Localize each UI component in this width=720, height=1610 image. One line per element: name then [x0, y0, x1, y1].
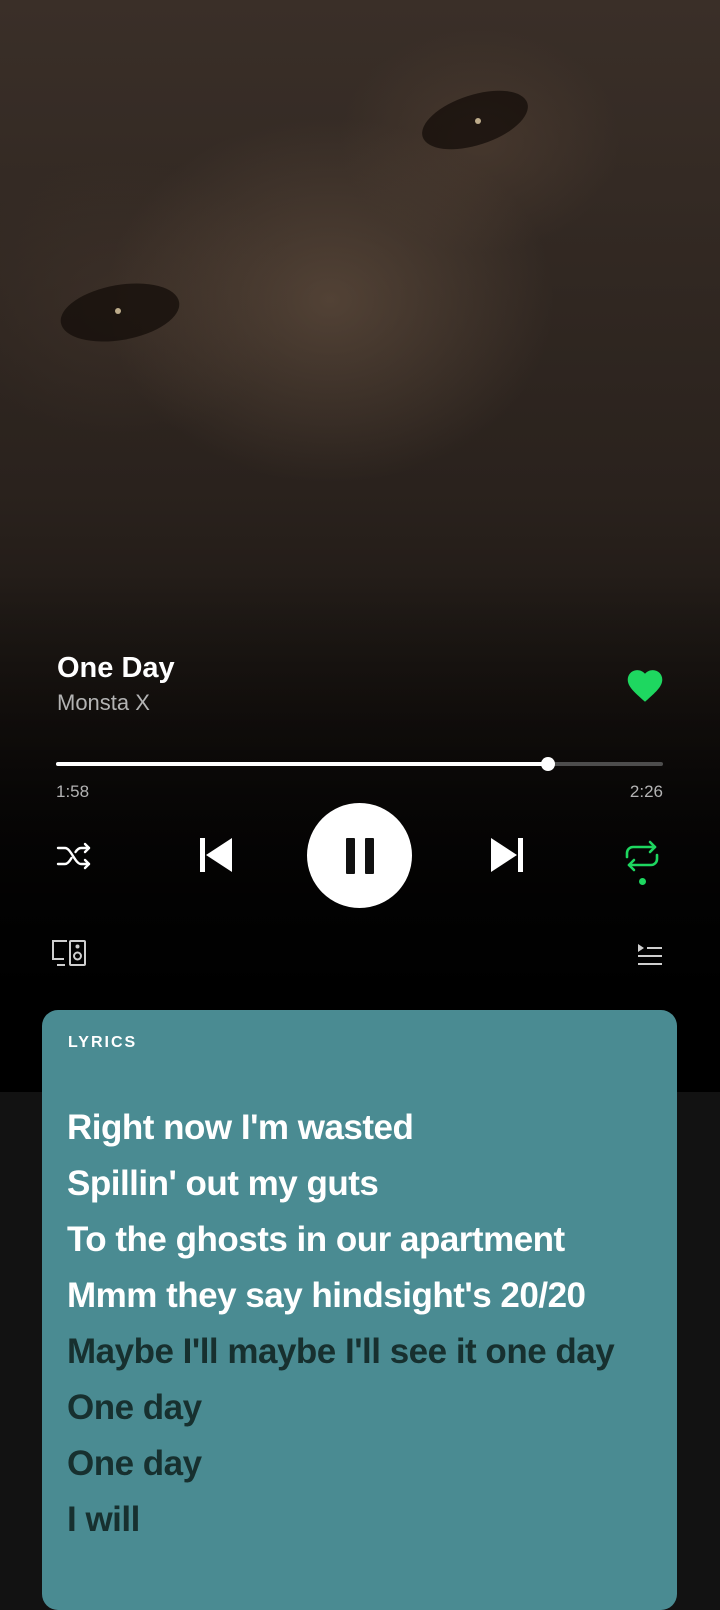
pause-button[interactable]	[307, 803, 412, 908]
shuffle-icon	[56, 842, 91, 870]
lyric-line: I will	[67, 1500, 140, 1539]
track-title[interactable]: One Day	[57, 652, 175, 685]
total-time: 2:26	[629, 782, 663, 801]
lyric-line: Mmm they say hindsight's 20/20	[67, 1276, 586, 1315]
repeat-icon	[625, 840, 659, 872]
artwork-detail	[115, 308, 121, 314]
lyric-line: Right now I'm wasted	[67, 1108, 414, 1147]
connect-devices-icon	[52, 940, 86, 966]
lyric-line: One day	[67, 1388, 202, 1427]
lyric-line: Maybe I'll maybe I'll see it one day	[67, 1332, 615, 1371]
lyrics-heading: LYRICS	[68, 1034, 138, 1051]
repeat-active-indicator	[639, 878, 646, 885]
album-art-background	[0, 0, 720, 1092]
progress-fill	[56, 762, 548, 766]
repeat-button[interactable]	[618, 834, 666, 878]
lyrics-card[interactable]: LYRICS Right now I'm wasted Spillin' out…	[42, 1010, 677, 1610]
skip-next-icon	[491, 838, 523, 872]
next-button[interactable]	[484, 833, 530, 877]
lyrics-list: Right now I'm wasted Spillin' out my gut…	[67, 1100, 615, 1548]
elapsed-time: 1:58	[56, 782, 90, 801]
track-artist[interactable]: Monsta X	[57, 690, 150, 716]
playback-progress-bar[interactable]	[56, 757, 663, 771]
previous-button[interactable]	[193, 833, 239, 877]
artwork-detail	[475, 118, 481, 124]
lyric-line: Spillin' out my guts	[67, 1164, 379, 1203]
shuffle-button[interactable]	[52, 834, 98, 878]
queue-button[interactable]	[632, 938, 668, 972]
pause-icon	[345, 837, 374, 874]
skip-previous-icon	[200, 838, 232, 872]
like-button[interactable]	[624, 665, 666, 703]
devices-button[interactable]	[48, 936, 90, 970]
progress-handle[interactable]	[540, 757, 555, 771]
lyric-line: To the ghosts in our apartment	[67, 1220, 565, 1259]
heart-icon	[627, 670, 663, 702]
lyric-line: One day	[67, 1444, 202, 1483]
queue-icon	[638, 944, 662, 965]
